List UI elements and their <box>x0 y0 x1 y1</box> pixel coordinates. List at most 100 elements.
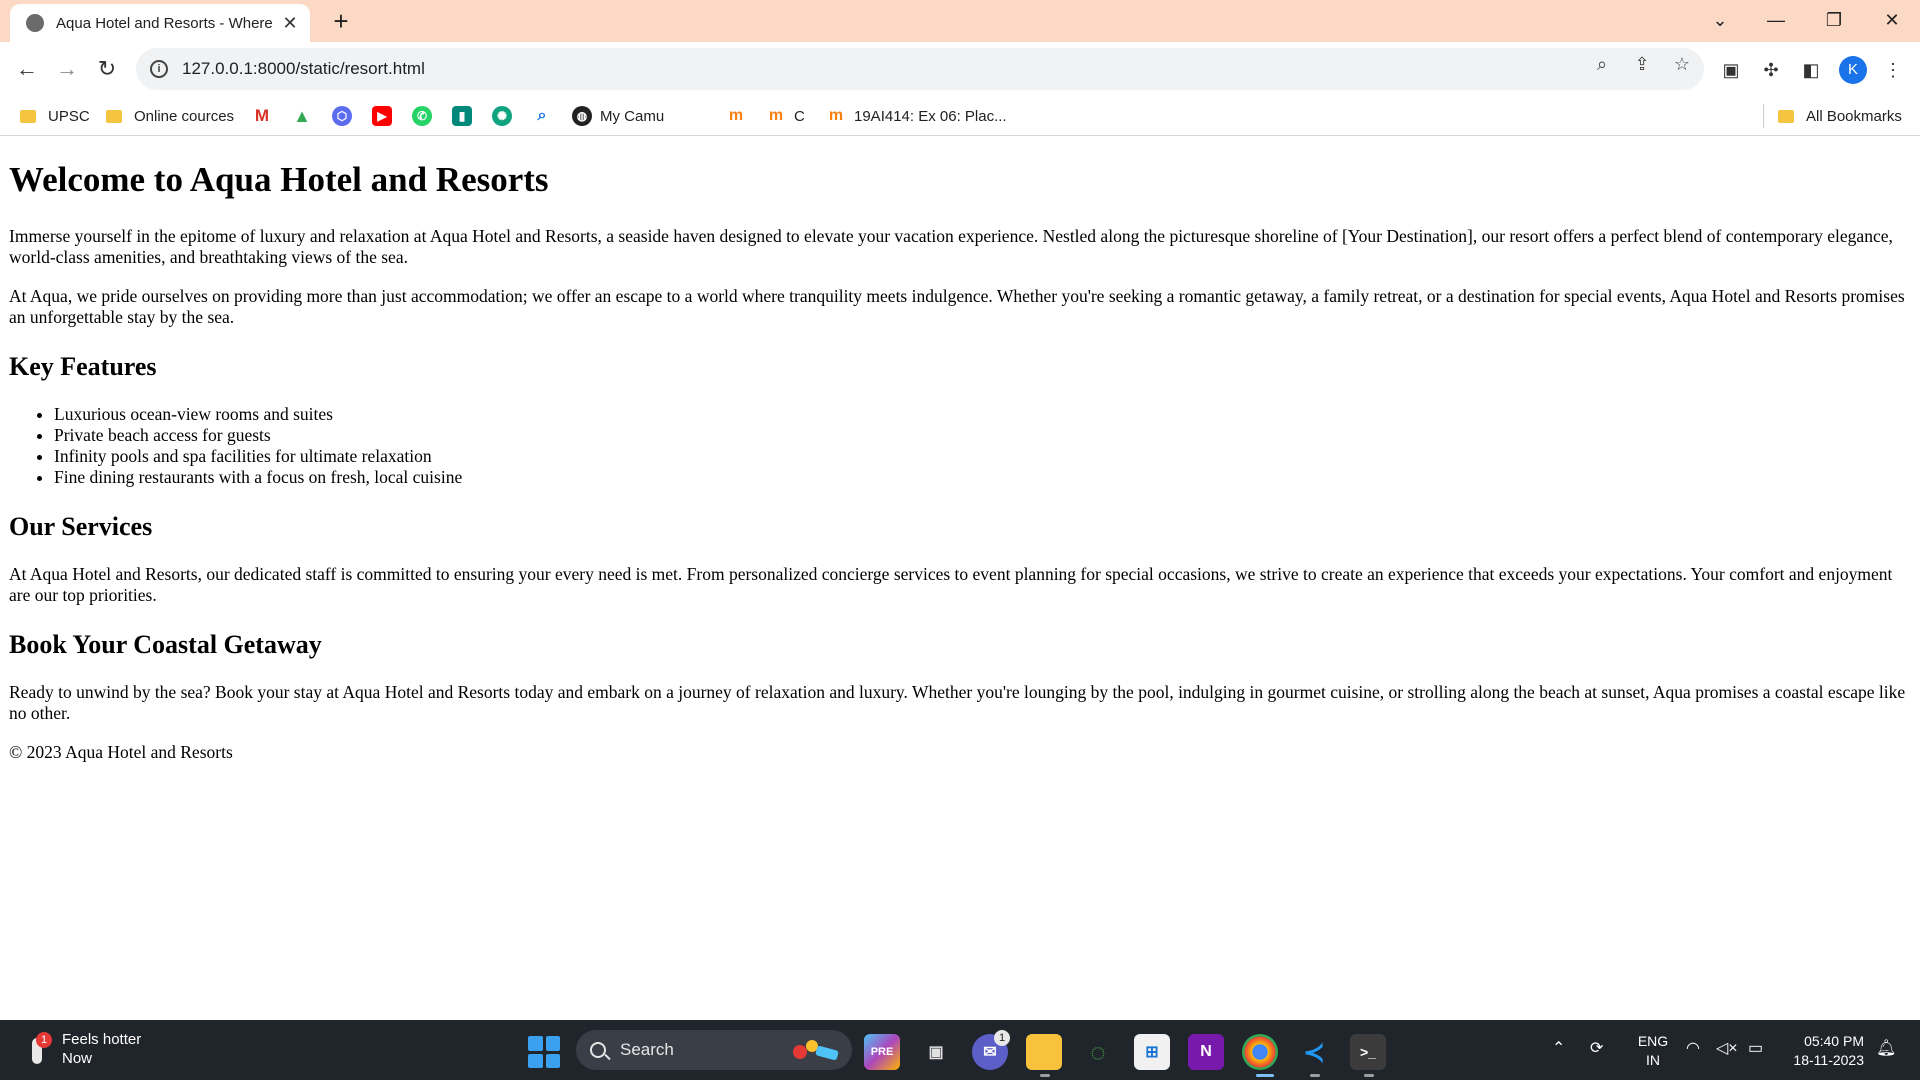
features-heading: Key Features <box>9 352 157 382</box>
intro-paragraph-1: Immerse yourself in the epitome of luxur… <box>9 226 1893 268</box>
bookmark-star-icon[interactable]: ☆ <box>1670 52 1694 76</box>
bookmark-online-cources[interactable]: Online cources <box>106 104 234 128</box>
wifi-icon[interactable]: ◠ <box>1686 1038 1700 1058</box>
booking-paragraph: Ready to unwind by the sea? Book your st… <box>9 681 1906 723</box>
list-item: Luxurious ocean-view rooms and suites <box>54 404 1911 425</box>
clock-date: 18-11-2023 <box>1793 1052 1864 1068</box>
tab-search-chevron-icon[interactable]: ⌄ <box>1692 0 1748 40</box>
weather-line-2: Now <box>62 1050 93 1067</box>
back-button[interactable]: ← <box>10 52 44 86</box>
services-paragraph: At Aqua Hotel and Resorts, our dedicated… <box>9 564 1893 606</box>
task-view-icon[interactable]: ▣ <box>918 1034 954 1070</box>
copilot-icon[interactable]: PRE <box>864 1034 900 1070</box>
youtube-icon: ▶ <box>372 106 392 126</box>
folder-icon <box>20 109 36 123</box>
globe-icon: ◍ <box>572 106 592 126</box>
bookmark-gmail[interactable]: M <box>252 104 280 128</box>
forward-button[interactable]: → <box>50 52 84 86</box>
active-indicator <box>1310 1074 1320 1077</box>
bookmark-meet[interactable]: ▮ <box>452 104 480 128</box>
bookmark-ex06[interactable]: m 19AI414: Ex 06: Plac... <box>826 104 1007 128</box>
side-panel-icon[interactable]: ◧ <box>1798 57 1824 83</box>
taskbar-search[interactable]: Search <box>576 1030 852 1070</box>
close-tab-icon[interactable]: ✕ <box>280 13 300 34</box>
restore-button[interactable]: ❐ <box>1806 0 1862 40</box>
weather-line-1: Feels hotter <box>62 1031 142 1048</box>
bookmark-search[interactable]: ⌕ <box>532 104 560 128</box>
search-icon: ⌕ <box>537 107 547 124</box>
bookmark-app[interactable]: ⬡ <box>332 104 360 128</box>
bookmark-moodle-c[interactable]: m C <box>766 104 805 128</box>
notification-bell-icon[interactable]: 🔔︎ <box>1876 1038 1896 1058</box>
bookmark-label: My Camu <box>600 107 665 125</box>
clock-time: 05:40 PM <box>1804 1033 1864 1049</box>
browser-tab[interactable]: Aqua Hotel and Resorts - Where ✕ <box>10 4 310 42</box>
gmail-icon: M <box>252 106 272 126</box>
bookmark-youtube[interactable]: ▶ <box>372 104 400 128</box>
teams-badge: 1 <box>994 1030 1010 1046</box>
bookmark-whatsapp[interactable]: ✆ <box>412 104 440 128</box>
extension-icon[interactable]: ▣ <box>1718 57 1744 83</box>
search-icon <box>590 1042 606 1058</box>
windows-start-icon[interactable] <box>528 1036 560 1068</box>
sync-icon[interactable]: ⟳ <box>1590 1038 1603 1058</box>
menu-kebab-icon[interactable]: ⋮ <box>1880 57 1906 83</box>
url-text: 127.0.0.1:8000/static/resort.html <box>182 59 425 78</box>
tab-strip: Aqua Hotel and Resorts - Where ✕ + ⌄ — ❐… <box>0 0 1920 42</box>
site-info-icon[interactable]: i <box>150 60 168 78</box>
refresh-app-icon[interactable]: ◌ <box>1080 1034 1116 1070</box>
bookmark-upsc[interactable]: UPSC <box>20 104 90 128</box>
bookmark-drive[interactable]: ▲ <box>292 104 320 128</box>
extensions-puzzle-icon[interactable]: ✣ <box>1758 57 1784 83</box>
language-indicator[interactable]: ENG IN <box>1636 1032 1670 1070</box>
file-explorer-icon[interactable] <box>1026 1034 1062 1070</box>
reload-button[interactable]: ↻ <box>90 52 124 86</box>
hexagon-app-icon: ⬡ <box>332 106 352 126</box>
bookmark-chatgpt[interactable]: ✺ <box>492 104 520 128</box>
whatsapp-icon: ✆ <box>412 106 432 126</box>
bookmarks-divider <box>1763 104 1764 128</box>
onenote-icon[interactable]: N <box>1188 1034 1224 1070</box>
bookmark-my-camu[interactable]: ◍ My Camu <box>572 104 664 128</box>
show-hidden-icons-chevron[interactable]: ⌃ <box>1552 1038 1565 1058</box>
page-content: Welcome to Aqua Hotel and Resorts Immers… <box>9 136 1911 1020</box>
vscode-icon[interactable]: ≺ <box>1296 1034 1332 1070</box>
page-title: Welcome to Aqua Hotel and Resorts <box>9 160 549 199</box>
close-window-button[interactable]: ✕ <box>1864 0 1920 40</box>
speaker-muted-icon[interactable]: ◁× <box>1716 1038 1738 1058</box>
bookmark-moodle-1[interactable]: m <box>726 104 754 128</box>
features-list: Luxurious ocean-view rooms and suites Pr… <box>54 404 1911 488</box>
weather-widget[interactable]: 1 Feels hotter Now <box>24 1030 141 1068</box>
terminal-icon[interactable]: >_ <box>1350 1034 1386 1070</box>
language-label: ENG <box>1637 1033 1669 1049</box>
browser-toolbar: ← → ↻ i 127.0.0.1:8000/static/resort.htm… <box>0 42 1920 96</box>
chrome-icon[interactable] <box>1242 1034 1278 1070</box>
active-indicator <box>1364 1074 1374 1077</box>
battery-icon[interactable]: ▭ <box>1748 1038 1763 1058</box>
share-icon[interactable]: ⇪ <box>1630 52 1654 76</box>
intro-paragraph-2: At Aqua, we pride ourselves on providing… <box>9 286 1905 328</box>
search-label: Search <box>620 1040 674 1059</box>
region-label: IN <box>1646 1052 1660 1068</box>
bookmark-label: UPSC <box>48 107 90 125</box>
minimize-button[interactable]: — <box>1748 0 1804 40</box>
thermometer-icon: 1 <box>24 1032 52 1066</box>
profile-avatar[interactable]: K <box>1839 56 1867 84</box>
chatgpt-icon: ✺ <box>492 106 512 126</box>
all-bookmarks[interactable]: All Bookmarks <box>1778 104 1902 128</box>
footer-copyright: © 2023 Aqua Hotel and Resorts <box>9 741 233 762</box>
microsoft-store-icon[interactable]: ⊞ <box>1134 1034 1170 1070</box>
folder-icon <box>106 109 122 123</box>
new-tab-button[interactable]: + <box>325 6 357 38</box>
zoom-icon[interactable]: ⌕ <box>1590 52 1614 76</box>
active-indicator <box>1040 1074 1050 1077</box>
moodle-icon: m <box>828 107 844 124</box>
moodle-icon: m <box>768 107 784 124</box>
drive-icon: ▲ <box>293 105 311 126</box>
folder-icon <box>1778 109 1794 123</box>
globe-icon <box>26 14 44 32</box>
system-clock[interactable]: 05:40 PM 18-11-2023 <box>1782 1032 1864 1070</box>
services-heading: Our Services <box>9 512 153 542</box>
active-indicator <box>1256 1074 1274 1077</box>
address-bar[interactable]: i 127.0.0.1:8000/static/resort.html <box>136 48 1704 90</box>
